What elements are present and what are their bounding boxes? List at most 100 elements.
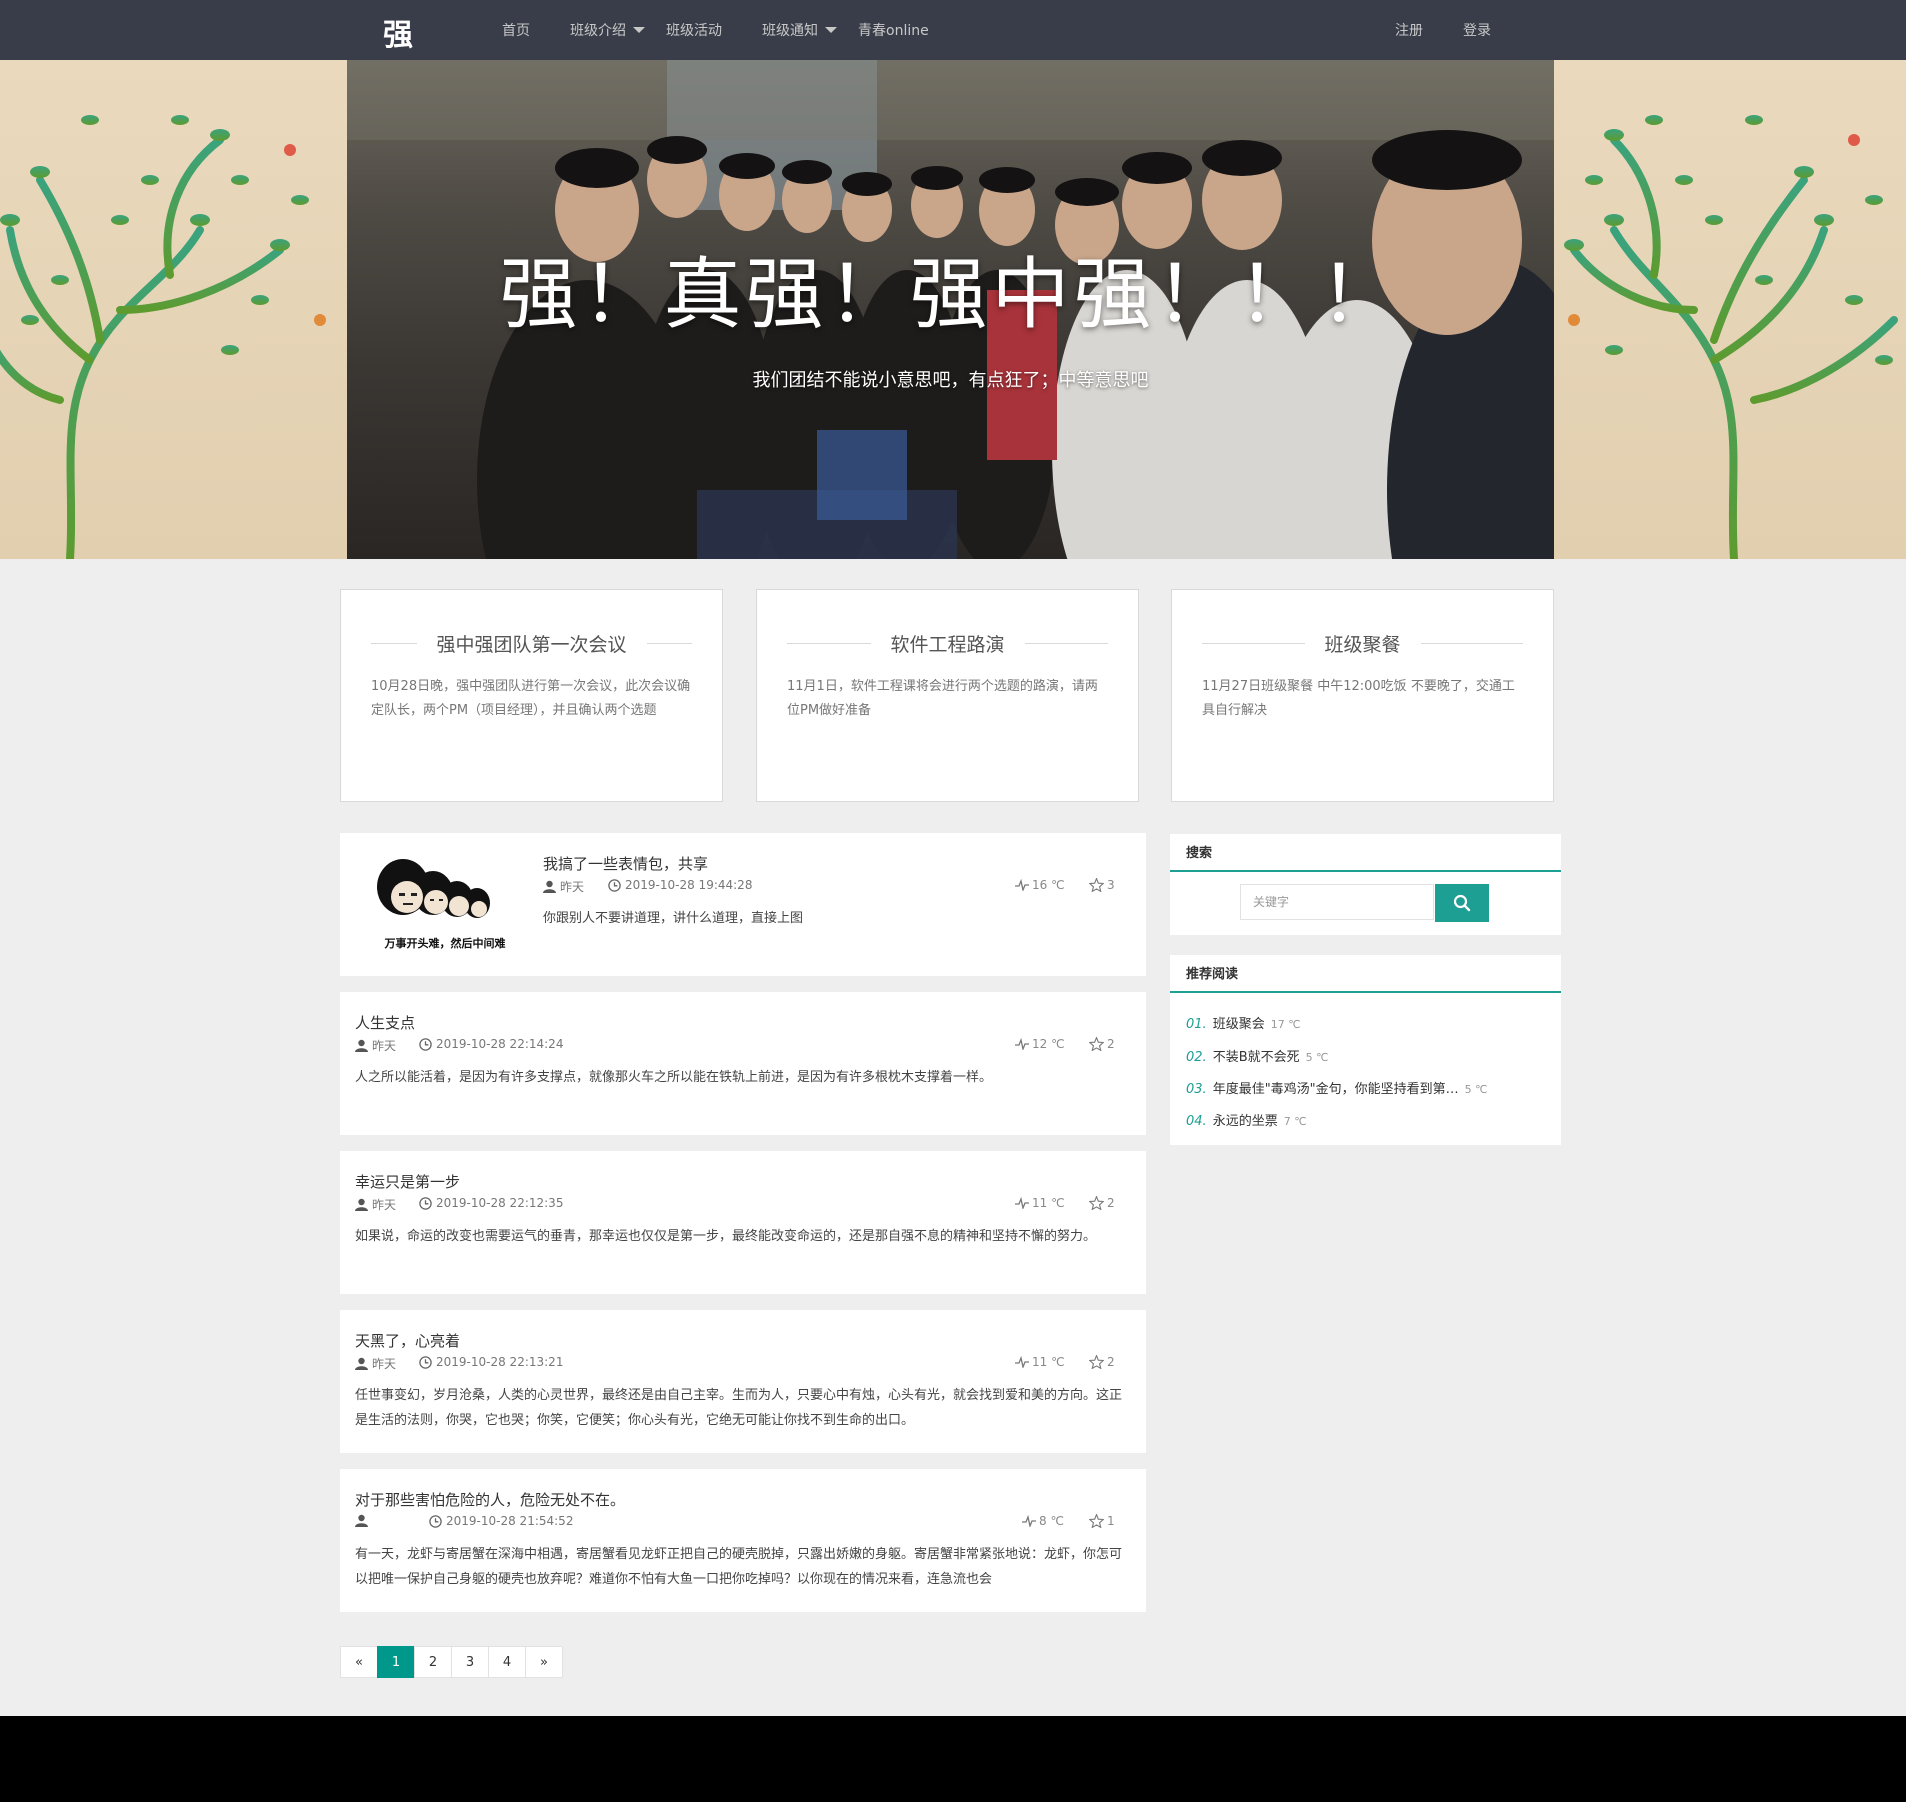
notice-body: 11月27日班级聚餐 中午12:00吃饭 不要晚了，交通工具自行解决 (1202, 679, 1515, 718)
divider (1024, 643, 1109, 644)
clock-icon (429, 1514, 442, 1528)
search-button[interactable] (1435, 884, 1489, 922)
time-text: 2019-10-28 22:12:35 (436, 1196, 564, 1210)
rank-number: 03. (1186, 1082, 1207, 1097)
recommend-title: 班级聚会 (1212, 1017, 1265, 1032)
notice-card[interactable]: 强中强团队第一次会议 10月28日晚，强中强团队进行第一次会议，此次会议确定队长… (340, 589, 723, 802)
pagination: « 1 2 3 4 » (340, 1646, 563, 1678)
notice-title: 软件工程路演 (890, 634, 1005, 656)
pulse-icon (1015, 1197, 1029, 1209)
hero-title: 强！真强！强中强！！！ (499, 250, 1402, 340)
page-4-button[interactable]: 4 (488, 1646, 526, 1678)
recommend-item[interactable]: 03. 年度最佳"毒鸡汤"金句，你能坚持看到第… 5 ℃ (1186, 1078, 1488, 1097)
search-input[interactable]: 关键字 (1240, 884, 1434, 920)
heat-value: 7 ℃ (1283, 1115, 1307, 1128)
post-title[interactable]: 我搞了一些表情包，共享 (543, 853, 708, 874)
star-count: 2 (1107, 1037, 1115, 1051)
post-author (355, 1514, 372, 1527)
post-author: 昨天 (355, 1196, 396, 1213)
author-name: 昨天 (372, 1039, 397, 1053)
register-link[interactable]: 注册 (1395, 20, 1423, 40)
post-item: 万事开头难，然后中间难 我搞了一些表情包，共享 昨天 2019-10-28 19… (340, 833, 1146, 976)
post-time: 2019-10-28 21:54:52 (429, 1514, 573, 1528)
user-icon (355, 1357, 368, 1370)
page-background: 强 首页 班级介绍 班级活动 班级通知 青春online 注册 登录 强！真强！… (0, 0, 1906, 1716)
search-panel-title: 搜索 (1170, 834, 1561, 872)
star-count: 2 (1107, 1355, 1115, 1369)
pulse-icon (1022, 1515, 1036, 1527)
post-excerpt: 有一天，龙虾与寄居蟹在深海中相遇，寄居蟹看见龙虾正把自己的硬壳脱掉，只露出娇嫩的… (355, 1547, 1123, 1587)
post-author: 昨天 (355, 1355, 396, 1372)
hero-banner: 强！真强！强中强！！！ 我们团结不能说小意思吧，有点狂了；中等意思吧 (0, 60, 1906, 559)
rank-number: 01. (1186, 1017, 1207, 1032)
search-panel: 搜索 关键字 (1170, 834, 1561, 935)
star-count: 2 (1107, 1196, 1115, 1210)
notice-body: 11月1日，软件工程课将会进行两个选题的路演，请两位PM做好准备 (787, 679, 1098, 718)
post-favorite[interactable]: 3 (1089, 878, 1115, 892)
recommend-item[interactable]: 02. 不装B就不会死 5 ℃ (1186, 1046, 1328, 1065)
star-icon (1089, 878, 1104, 892)
page-1-button[interactable]: 1 (377, 1646, 415, 1678)
recommend-item[interactable]: 01. 班级聚会 17 ℃ (1186, 1013, 1301, 1032)
post-excerpt: 人之所以能活着，是因为有许多支撑点，就像那火车之所以能在铁轨上前进，是因为有许多… (355, 1070, 993, 1085)
post-title[interactable]: 幸运只是第一步 (355, 1171, 460, 1192)
next-page-button[interactable]: » (525, 1646, 563, 1678)
author-name: 昨天 (372, 1198, 397, 1212)
page-2-button[interactable]: 2 (414, 1646, 452, 1678)
post-favorite[interactable]: 2 (1089, 1355, 1115, 1369)
nav-label: 班级介绍 (570, 23, 626, 39)
register-label: 注册 (1395, 23, 1423, 39)
site-logo[interactable]: 强 (383, 10, 413, 54)
heat-value: 11 ℃ (1032, 1355, 1065, 1369)
notice-card[interactable]: 班级聚餐 11月27日班级聚餐 中午12:00吃饭 不要晚了，交通工具自行解决 (1171, 589, 1554, 802)
divider (646, 643, 693, 644)
thumbnail-caption: 万事开头难，然后中间难 (384, 937, 506, 950)
post-favorite[interactable]: 2 (1089, 1037, 1115, 1051)
nav-item-youth-online[interactable]: 青春online (858, 20, 929, 40)
login-link[interactable]: 登录 (1463, 20, 1491, 40)
time-text: 2019-10-28 19:44:28 (625, 878, 753, 892)
star-icon (1089, 1355, 1104, 1369)
post-heat: 11 ℃ (1015, 1355, 1065, 1369)
post-title[interactable]: 天黑了，心亮着 (355, 1330, 460, 1351)
tree-decoration-right (1554, 60, 1906, 559)
rank-number: 02. (1186, 1050, 1207, 1065)
post-time: 2019-10-28 22:13:21 (419, 1355, 563, 1369)
post-time: 2019-10-28 22:14:24 (419, 1037, 563, 1051)
star-count: 3 (1107, 878, 1115, 892)
post-title[interactable]: 人生支点 (355, 1012, 415, 1033)
post-title[interactable]: 对于那些害怕危险的人，危险无处不在。 (355, 1489, 625, 1510)
time-text: 2019-10-28 21:54:52 (446, 1514, 574, 1528)
post-heat: 8 ℃ (1022, 1514, 1064, 1528)
top-navbar: 强 首页 班级介绍 班级活动 班级通知 青春online 注册 登录 (0, 0, 1906, 60)
post-heat: 11 ℃ (1015, 1196, 1065, 1210)
post-thumbnail[interactable]: 万事开头难，然后中间难 (365, 853, 525, 957)
nav-item-class-intro[interactable]: 班级介绍 (570, 20, 645, 40)
clock-icon (419, 1037, 432, 1051)
post-favorite[interactable]: 1 (1089, 1514, 1115, 1528)
nav-item-home[interactable]: 首页 (502, 20, 530, 40)
recommend-panel-title: 推荐阅读 (1170, 955, 1561, 993)
heat-value: 5 ℃ (1464, 1083, 1488, 1096)
post-item: 天黑了，心亮着 昨天 2019-10-28 22:13:21 11 ℃ 2 任世… (340, 1310, 1146, 1453)
prev-page-button[interactable]: « (340, 1646, 378, 1678)
recommend-title: 年度最佳"毒鸡汤"金句，你能坚持看到第… (1212, 1082, 1459, 1097)
rank-number: 04. (1186, 1114, 1207, 1129)
recommend-item[interactable]: 04. 永远的坐票 7 ℃ (1186, 1110, 1307, 1129)
chevron-down-icon (825, 27, 837, 33)
search-icon (1453, 894, 1471, 912)
heat-value: 8 ℃ (1039, 1514, 1064, 1528)
page-3-button[interactable]: 3 (451, 1646, 489, 1678)
post-favorite[interactable]: 2 (1089, 1196, 1115, 1210)
post-time: 2019-10-28 22:12:35 (419, 1196, 563, 1210)
star-icon (1089, 1514, 1104, 1528)
nav-item-class-notice[interactable]: 班级通知 (762, 20, 837, 40)
post-item: 对于那些害怕危险的人，危险无处不在。 2019-10-28 21:54:52 8… (340, 1469, 1146, 1612)
recommend-title: 不装B就不会死 (1212, 1050, 1300, 1065)
user-icon (355, 1198, 368, 1211)
notice-card[interactable]: 软件工程路演 11月1日，软件工程课将会进行两个选题的路演，请两位PM做好准备 (756, 589, 1139, 802)
nav-label: 首页 (502, 23, 530, 39)
nav-item-class-activity[interactable]: 班级活动 (666, 20, 722, 40)
notice-title: 班级聚餐 (1324, 634, 1401, 656)
chevron-down-icon (633, 27, 645, 33)
